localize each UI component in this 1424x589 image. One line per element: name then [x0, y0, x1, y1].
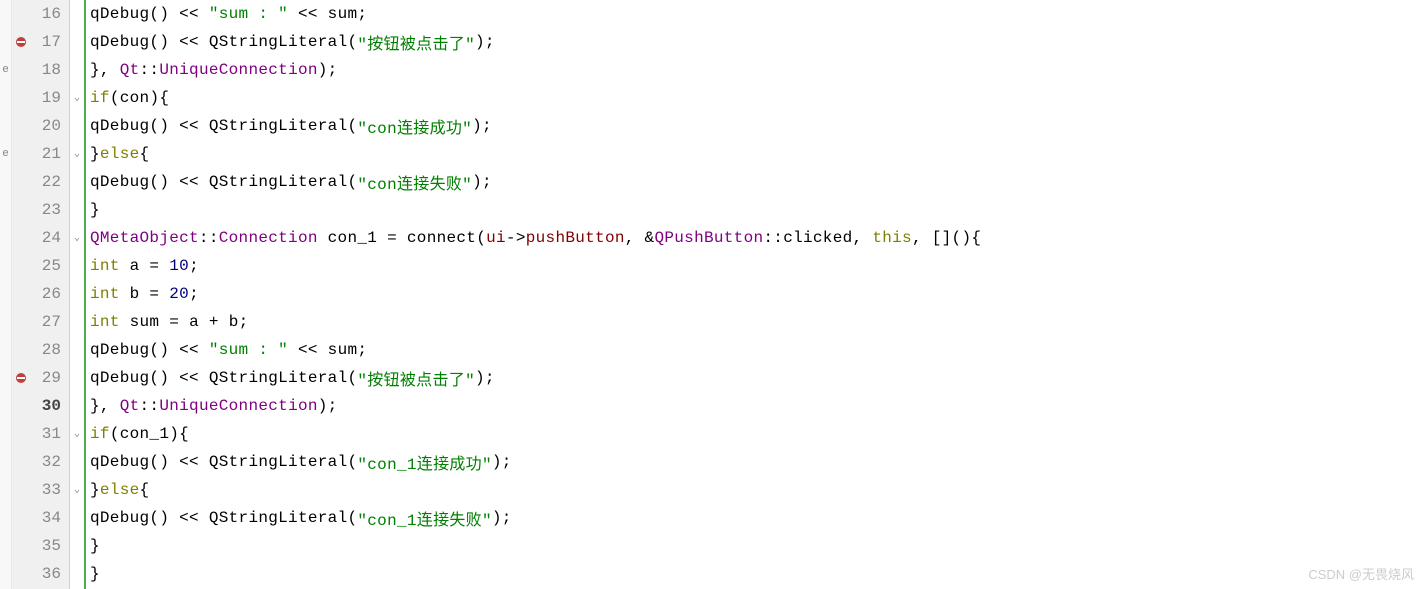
code-line[interactable]: if(con_1){ [86, 420, 1424, 448]
fold-chevron-icon[interactable]: ⌄ [74, 428, 80, 440]
breakpoint-icon[interactable] [14, 371, 28, 385]
line-number[interactable]: 20 [12, 112, 69, 140]
fold-chevron-icon[interactable]: ⌄ [74, 148, 80, 160]
line-number[interactable]: 18 [12, 56, 69, 84]
line-number-gutter[interactable]: 1617181920212223242526272829303132333435… [12, 0, 70, 589]
line-number[interactable]: 33 [12, 476, 69, 504]
line-number[interactable]: 28 [12, 336, 69, 364]
line-number[interactable]: 16 [12, 0, 69, 28]
line-number[interactable]: 17 [12, 28, 69, 56]
code-line[interactable]: } [86, 532, 1424, 560]
fold-column[interactable]: ⌄ ⌄ ⌄ ⌄ ⌄ [70, 0, 86, 589]
code-line[interactable]: qDebug() << QStringLiteral("con连接成功"); [86, 112, 1424, 140]
line-number[interactable]: 29 [12, 364, 69, 392]
code-line[interactable]: qDebug() << QStringLiteral("按钮被点击了"); [86, 364, 1424, 392]
code-line[interactable]: qDebug() << "sum : " << sum; [86, 0, 1424, 28]
code-line[interactable]: int sum = a + b; [86, 308, 1424, 336]
line-number[interactable]: 19 [12, 84, 69, 112]
code-line[interactable]: int a = 10; [86, 252, 1424, 280]
code-line[interactable]: } [86, 560, 1424, 588]
code-line[interactable]: }, Qt::UniqueConnection); [86, 392, 1424, 420]
line-number[interactable]: 24 [12, 224, 69, 252]
fold-chevron-icon[interactable]: ⌄ [74, 232, 80, 244]
code-line[interactable]: qDebug() << QStringLiteral("con_1连接成功"); [86, 448, 1424, 476]
line-number[interactable]: 31 [12, 420, 69, 448]
code-line[interactable]: qDebug() << QStringLiteral("按钮被点击了"); [86, 28, 1424, 56]
left-margin: ee [0, 0, 12, 589]
line-number[interactable]: 35 [12, 532, 69, 560]
line-number[interactable]: 34 [12, 504, 69, 532]
line-number[interactable]: 27 [12, 308, 69, 336]
code-line[interactable]: int b = 20; [86, 280, 1424, 308]
code-line[interactable]: QMetaObject::Connection con_1 = connect(… [86, 224, 1424, 252]
line-number[interactable]: 26 [12, 280, 69, 308]
fold-chevron-icon[interactable]: ⌄ [74, 92, 80, 104]
code-line[interactable]: qDebug() << QStringLiteral("con_1连接失败"); [86, 504, 1424, 532]
breakpoint-icon[interactable] [14, 35, 28, 49]
code-line[interactable]: }, Qt::UniqueConnection); [86, 56, 1424, 84]
line-number[interactable]: 30 [12, 392, 69, 420]
line-number[interactable]: 25 [12, 252, 69, 280]
code-line[interactable]: qDebug() << "sum : " << sum; [86, 336, 1424, 364]
code-line[interactable]: }else{ [86, 476, 1424, 504]
fold-chevron-icon[interactable]: ⌄ [74, 484, 80, 496]
code-line[interactable]: }else{ [86, 140, 1424, 168]
line-number[interactable]: 36 [12, 560, 69, 588]
code-editor[interactable]: qDebug() << "sum : " << sum; qDebug() <<… [86, 0, 1424, 589]
line-number[interactable]: 22 [12, 168, 69, 196]
watermark: CSDN @无畏烧风 [1308, 564, 1414, 583]
line-number[interactable]: 32 [12, 448, 69, 476]
code-line[interactable]: if(con){ [86, 84, 1424, 112]
line-number[interactable]: 23 [12, 196, 69, 224]
code-line[interactable]: } [86, 196, 1424, 224]
code-line[interactable]: qDebug() << QStringLiteral("con连接失败"); [86, 168, 1424, 196]
line-number[interactable]: 21 [12, 140, 69, 168]
